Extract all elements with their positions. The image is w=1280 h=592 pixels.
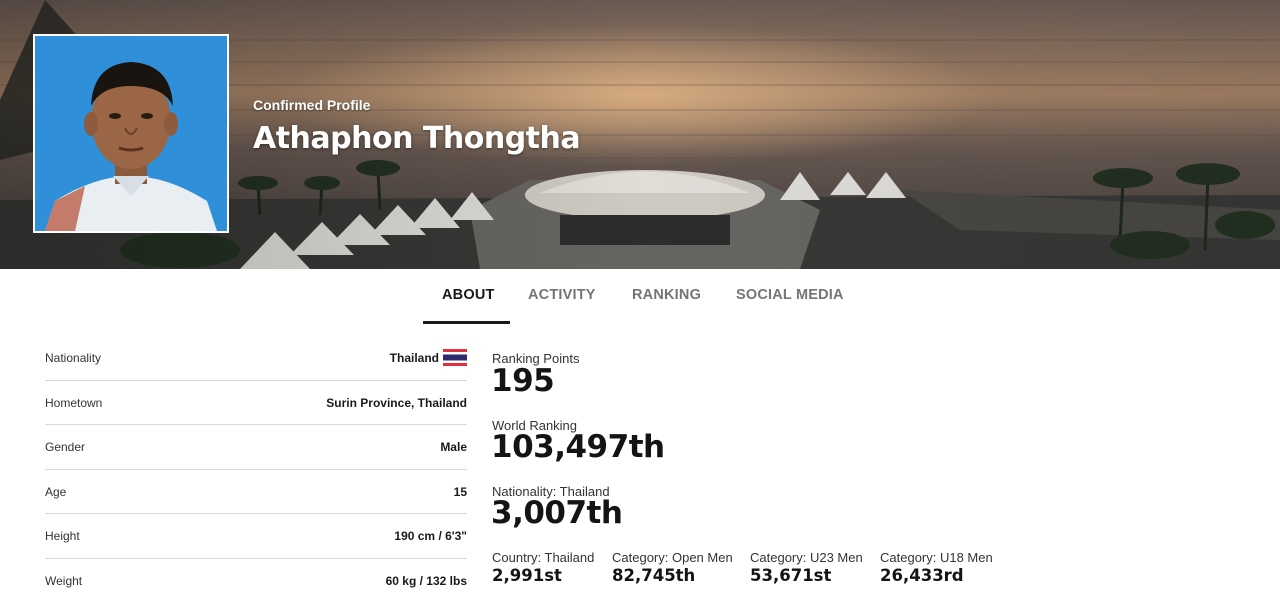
tab-activity[interactable]: ACTIVITY [528,287,596,303]
info-label: Age [45,484,67,499]
profile-status-label: Confirmed Profile [253,97,371,113]
info-row-age: Age 15 [45,470,467,514]
u18-men-ranking-value: 26,433rd [880,566,964,585]
u23-men-ranking-value: 53,671st [750,566,832,585]
country-ranking-label: Country: Thailand [492,550,595,565]
ranking-points-value: 195 [491,363,555,399]
info-row-weight: Weight 60 kg / 132 lbs [45,559,467,592]
info-row-height: Height 190 cm / 6'3" [45,514,467,559]
athlete-name: Athaphon Thongtha [253,121,581,156]
info-label: Nationality [45,351,102,365]
info-row-nationality: Nationality Thailand [45,336,467,381]
nationality-ranking-value: 3,007th [491,495,623,531]
info-label: Weight [45,573,83,588]
country-ranking-value: 2,991st [492,566,562,585]
info-row-gender: Gender Male [45,425,467,470]
world-ranking-value: 103,497th [491,429,665,465]
profile-avatar [33,34,229,233]
info-row-hometown: Hometown Surin Province, Thailand [45,381,467,425]
tab-ranking[interactable]: RANKING [632,287,701,303]
info-value: 15 [453,484,467,499]
athlete-info-table: Nationality Thailand Hometown Surin Prov… [45,336,467,592]
u18-men-ranking-label: Category: U18 Men [880,550,993,565]
info-value: Surin Province, Thailand [326,395,467,410]
info-label: Height [45,529,80,543]
open-men-ranking-label: Category: Open Men [612,550,733,565]
info-value: 190 cm / 6'3" [394,529,467,543]
info-value: Thailand [390,349,467,366]
info-value: 60 kg / 132 lbs [385,573,467,588]
info-label: Hometown [45,395,103,410]
thailand-flag-icon [443,349,467,366]
nationality-value: Thailand [389,350,439,365]
profile-hero-banner: Confirmed Profile Athaphon Thongtha [0,0,1280,269]
active-tab-indicator [423,321,510,324]
tab-social-media[interactable]: SOCIAL MEDIA [736,287,844,303]
open-men-ranking-value: 82,745th [612,566,696,585]
tab-about[interactable]: ABOUT [442,287,495,303]
u23-men-ranking-label: Category: U23 Men [750,550,863,565]
profile-tabs: ABOUT ACTIVITY RANKING SOCIAL MEDIA [0,269,1280,325]
info-value: Male [440,440,467,454]
info-label: Gender [45,440,86,454]
